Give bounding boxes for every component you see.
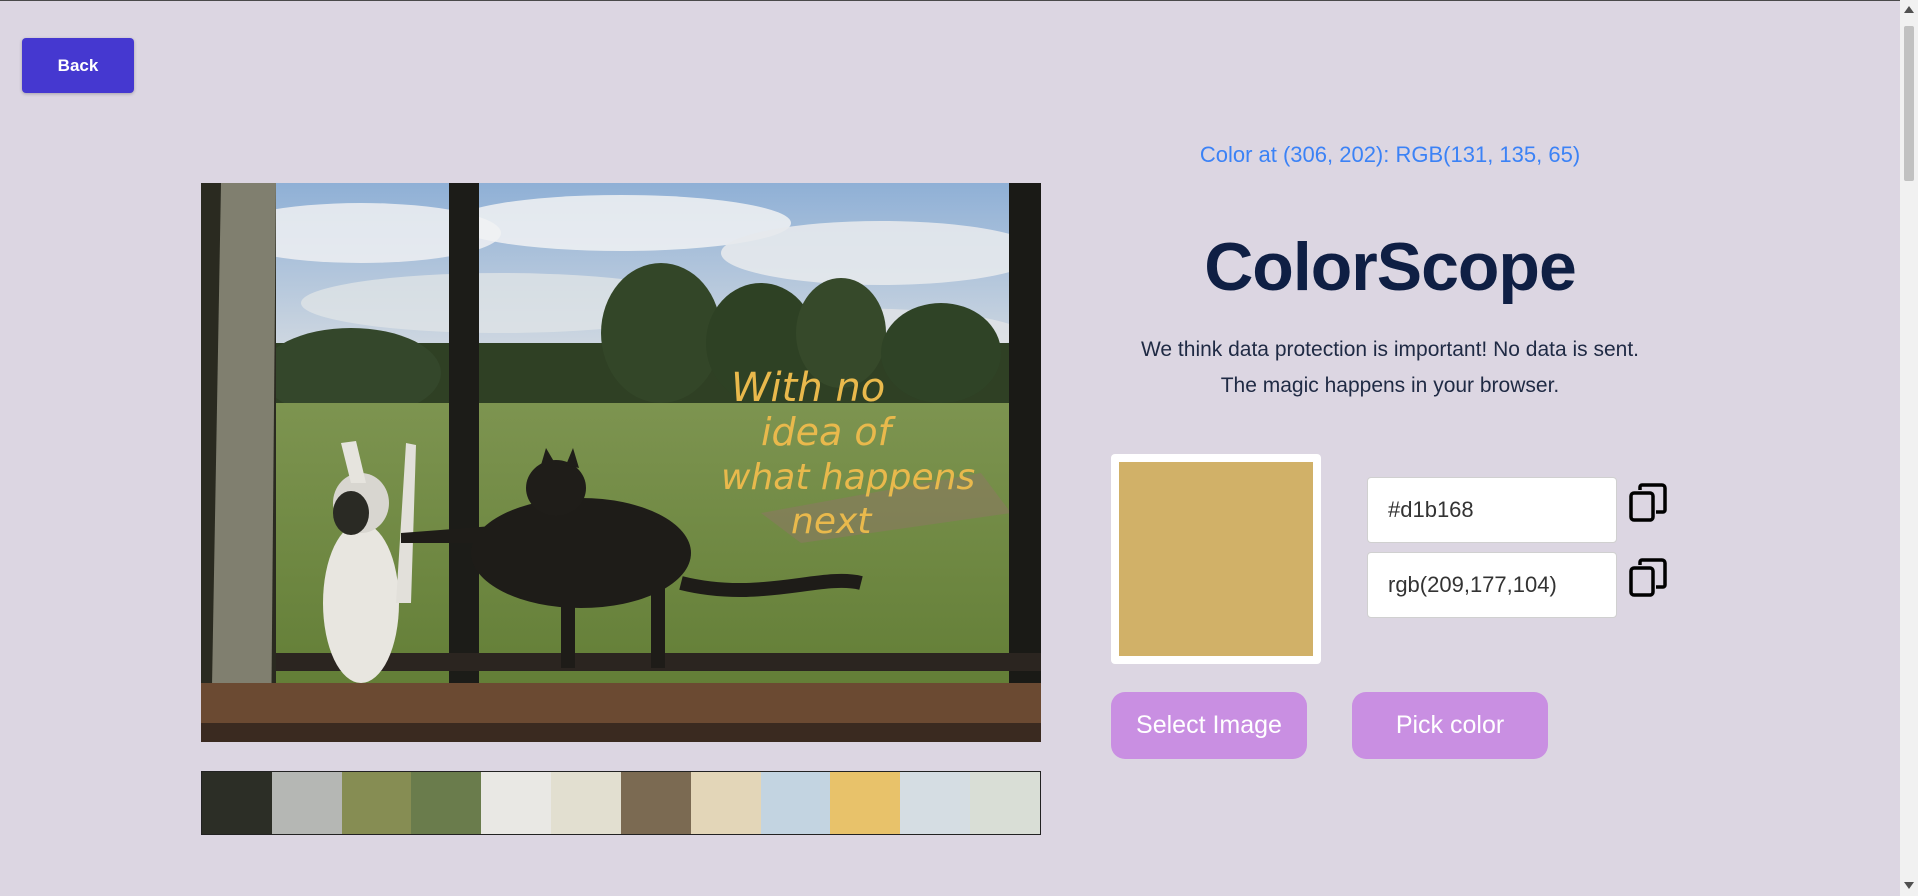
photo-text-line-4: next [791,501,873,542]
vertical-scrollbar[interactable] [1900,0,1918,896]
palette-swatch[interactable] [202,772,272,834]
palette-swatch[interactable] [620,772,691,834]
palette-swatch[interactable] [271,772,342,834]
selected-color-preview [1111,454,1321,664]
privacy-notice: We think data protection is important! N… [1080,332,1700,404]
copy-rgb-icon[interactable] [1628,557,1670,599]
top-border [0,0,1900,1]
palette-swatch[interactable] [341,772,412,834]
palette-swatch[interactable] [830,772,901,834]
palette-swatch[interactable] [760,772,831,834]
cats-window-photo: With no idea of what happens next [201,183,1041,742]
pick-color-button[interactable]: Pick color [1352,692,1548,759]
palette-swatch[interactable] [690,772,761,834]
photo-text-line-2: idea of [761,410,897,454]
rgb-value-field[interactable] [1367,552,1617,618]
page-title: ColorScope [1204,229,1577,305]
photo-text-line-3: what happens [721,457,975,498]
privacy-line-2: The magic happens in your browser. [1220,374,1560,397]
palette-swatch[interactable] [411,772,482,834]
palette-swatch[interactable] [551,772,621,834]
selected-color-swatch [1119,462,1313,656]
copy-hex-icon[interactable] [1628,482,1670,524]
scroll-down-icon[interactable] [1904,882,1914,889]
palette-swatch[interactable] [900,772,971,834]
color-coordinate-readout: Color at (306, 202): RGB(131, 135, 65) [1199,142,1581,167]
hex-value-field[interactable] [1367,477,1617,543]
scroll-thumb[interactable] [1904,26,1914,181]
palette-swatch[interactable] [481,772,552,834]
uploaded-image[interactable]: With no idea of what happens next [201,183,1041,742]
photo-text-line-1: With no [731,365,885,411]
scroll-up-icon[interactable] [1904,6,1914,13]
select-image-button[interactable]: Select Image [1111,692,1307,759]
privacy-line-1: We think data protection is important! N… [1140,338,1640,361]
back-button[interactable]: Back [22,38,134,93]
color-palette [201,771,1041,835]
palette-swatch[interactable] [970,772,1040,834]
